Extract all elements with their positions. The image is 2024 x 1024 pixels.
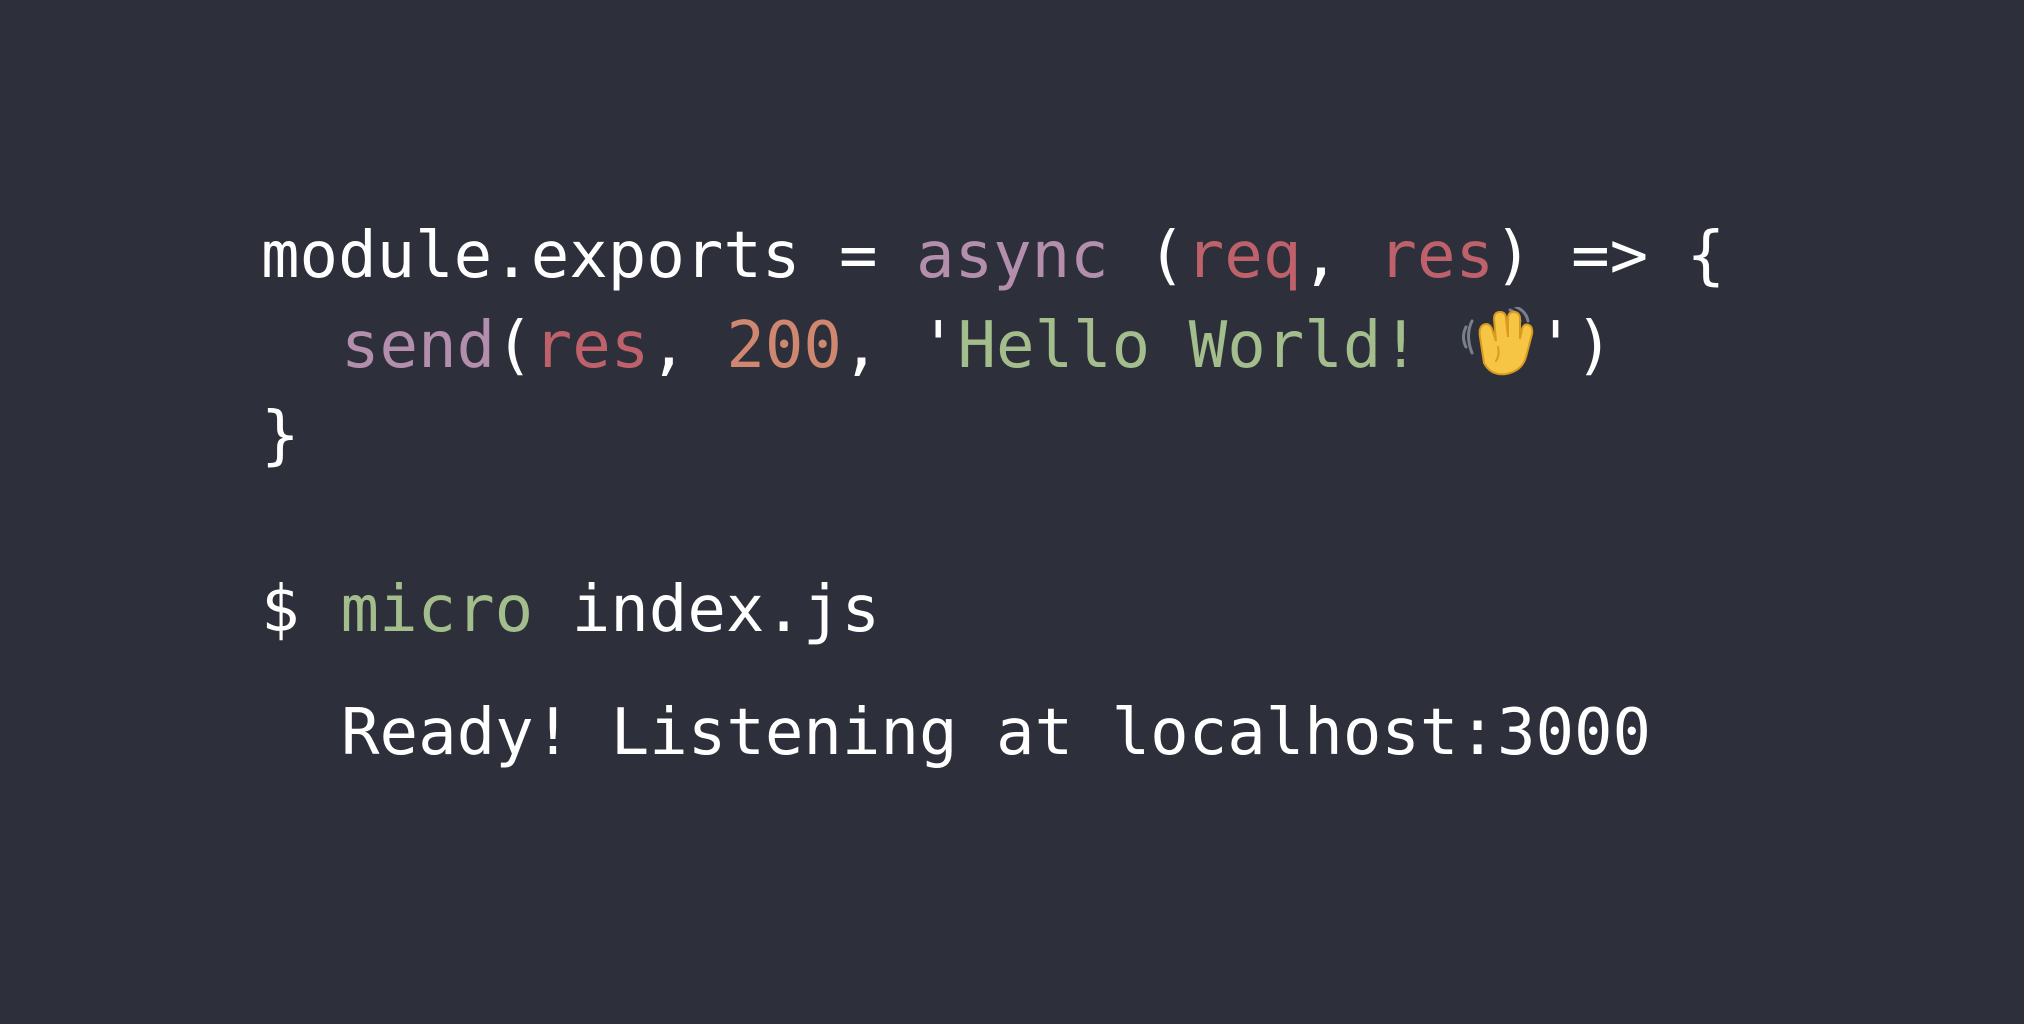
send-function: send — [341, 309, 496, 383]
index-js-argument: index.js — [533, 573, 880, 647]
close-brace-token: } — [261, 399, 300, 473]
status-number: 200 — [726, 309, 842, 383]
micro-command: micro — [340, 573, 534, 647]
comma-token: , — [841, 309, 919, 383]
quote-close-paren-token: ') — [1536, 309, 1614, 383]
open-paren-token: ( — [1108, 219, 1186, 293]
ready-output: Ready! Listening at localhost:3000 — [341, 696, 1652, 770]
comma-token: , — [649, 309, 727, 383]
code-line-3: } — [261, 396, 300, 476]
res-param: res — [1378, 219, 1494, 293]
req-param: req — [1185, 219, 1302, 293]
open-paren-token: ( — [495, 309, 534, 383]
prompt-symbol: $ — [261, 573, 300, 647]
res-argument: res — [533, 309, 650, 383]
arrow-token: ) => { — [1494, 219, 1726, 293]
code-line-2: send(res, 200, 'Hello World! ') — [261, 305, 1614, 386]
async-keyword: async — [916, 219, 1109, 293]
hello-world-string: Hello World! — [957, 309, 1459, 383]
module-exports-token: module.exports — [261, 219, 801, 293]
terminal-command-line: $ micro index.js — [261, 570, 880, 650]
assign-token: = — [800, 219, 917, 293]
comma-token: , — [1301, 219, 1379, 293]
quote-open-token: ' — [918, 309, 958, 383]
waving-hand-icon — [1458, 305, 1536, 377]
code-line-1: module.exports = async (req, res) => { — [261, 216, 1725, 296]
terminal-output-line: Ready! Listening at localhost:3000 — [261, 693, 1651, 773]
code-snippet: module.exports = async (req, res) => { s… — [261, 0, 1725, 770]
